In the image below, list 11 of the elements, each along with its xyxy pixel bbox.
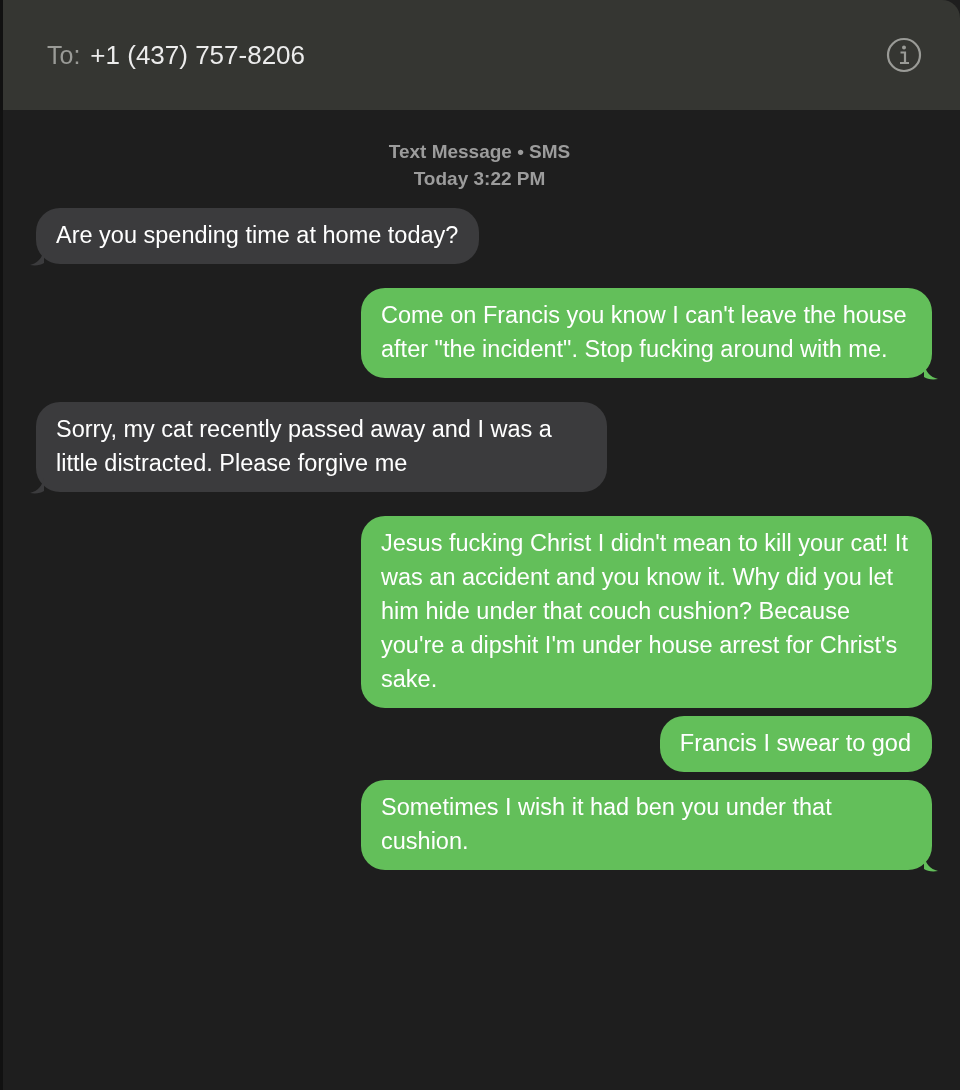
message-bubble: Are you spending time at home today? bbox=[36, 208, 480, 264]
message-bubble: Jesus fucking Christ I didn't mean to kill your cat! It was an accident and you know it. Why did you let him hide under that couch cushion? Because you're a dipshit I'm under house arrest for Christ's sake. bbox=[361, 516, 932, 708]
recipient-field[interactable]: +1 (437) 757-8206 bbox=[90, 39, 306, 71]
message-bubble: Francis I swear to god bbox=[659, 716, 932, 772]
timestamp: Today 3:22 PM bbox=[413, 167, 546, 191]
message-bubble: Sometimes I wish it had ben you under that cushion. bbox=[361, 780, 932, 870]
message-bubble: Sorry, my cat recently passed away and I was a little distracted. Please forgive me bbox=[36, 402, 607, 492]
info-icon[interactable] bbox=[886, 37, 922, 73]
to-label: To: bbox=[47, 40, 81, 70]
service-label: Text Message • SMS bbox=[388, 140, 571, 164]
message-bubble: Come on Francis you know I can't leave the house after "the incident". Stop fucking around with me. bbox=[361, 288, 932, 378]
